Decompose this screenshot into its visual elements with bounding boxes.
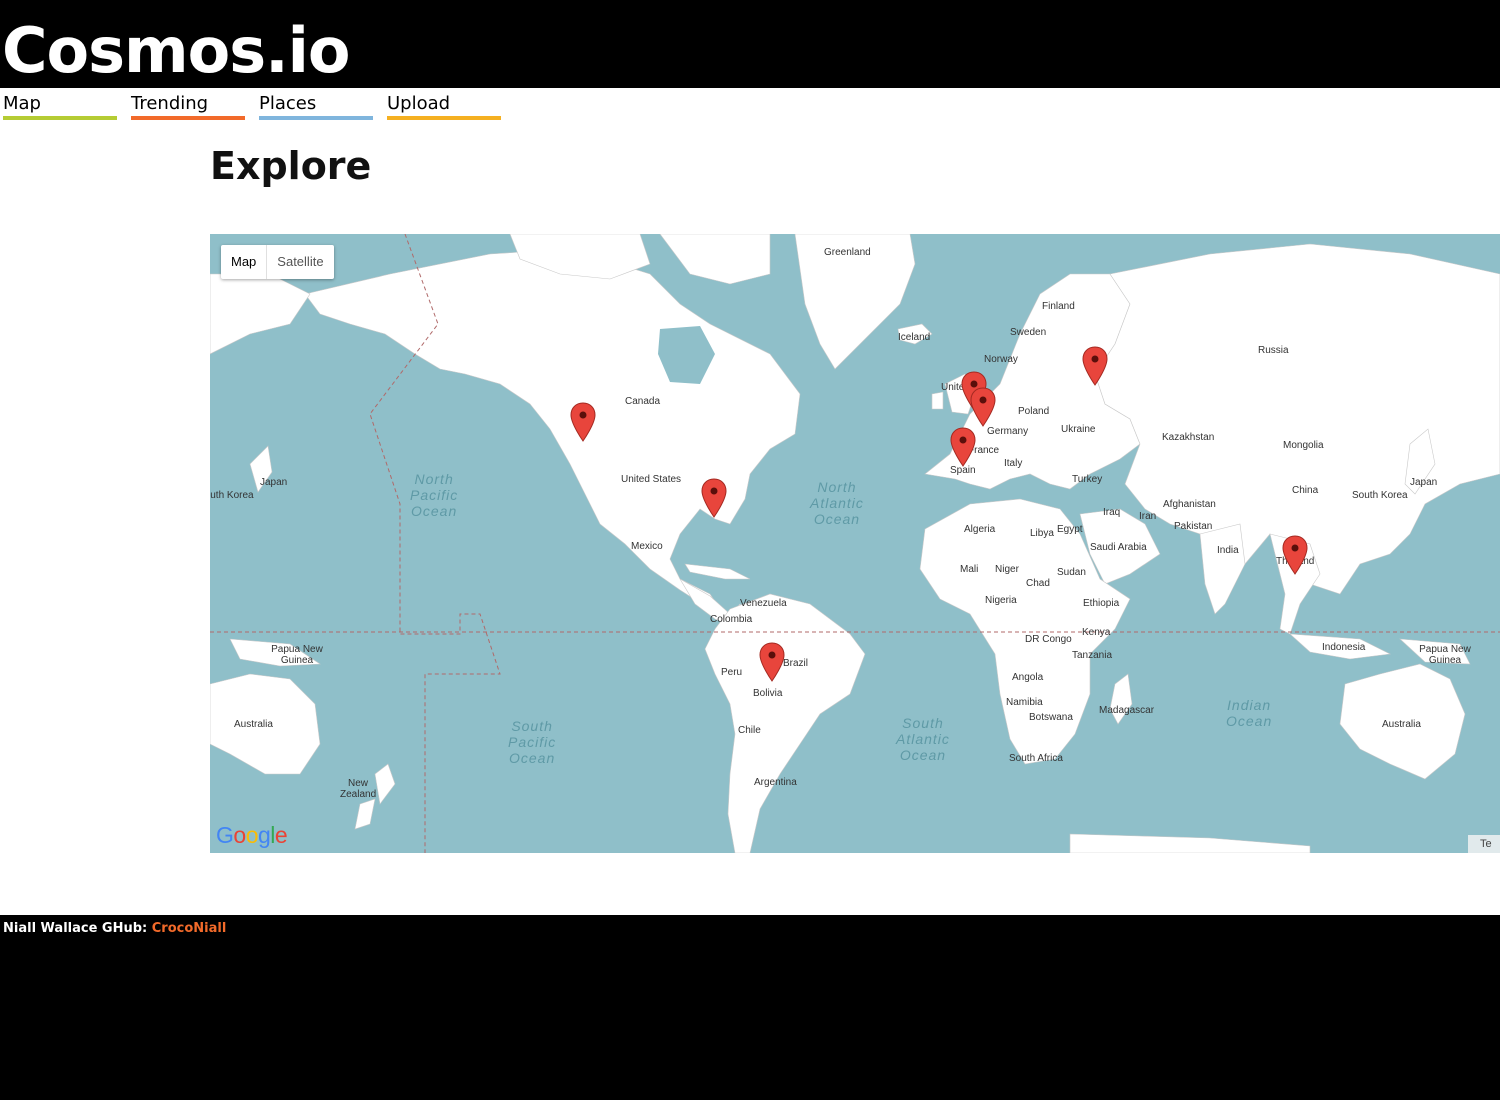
map-label: Poland <box>1018 406 1050 417</box>
map-label: Turkey <box>1072 474 1103 485</box>
site-footer: Niall Wallace GHub: CrocoNiall <box>0 915 1500 1100</box>
ocean-label: North Atlantic Ocean <box>810 479 864 527</box>
map-label: Namibia <box>1006 697 1043 708</box>
map-marker-icon[interactable] <box>759 642 785 682</box>
map-label: Kazakhstan <box>1162 432 1215 443</box>
map-label: Norway <box>984 354 1018 365</box>
map-terms-link[interactable]: Te <box>1468 835 1500 853</box>
nav-trending-label: Trending <box>131 93 209 114</box>
map-label: Nigeria <box>985 595 1017 606</box>
map-label: Afghanistan <box>1163 499 1216 510</box>
map-label: Angola <box>1012 672 1044 683</box>
nav-places-label: Places <box>259 93 317 114</box>
main-nav: Map Trending Places Upload <box>0 88 520 122</box>
footer-credit-text: Niall Wallace GHub: <box>3 921 152 936</box>
ocean-label: South Pacific Ocean <box>508 718 557 766</box>
map-label: Brazil <box>783 658 809 669</box>
map-label: Germany <box>987 426 1029 437</box>
map-label: Kenya <box>1082 627 1111 638</box>
map-label: Mongolia <box>1283 440 1324 451</box>
map-type-map-button[interactable]: Map <box>221 245 266 279</box>
map-type-control: Map Satellite <box>221 245 334 279</box>
map-label: Tanzania <box>1072 650 1113 661</box>
map-label: Argentina <box>754 777 797 788</box>
map-label: Iceland <box>898 332 931 343</box>
map-marker-icon[interactable] <box>1282 535 1308 575</box>
nav-upload[interactable]: Upload <box>387 93 501 120</box>
map-label: Finland <box>1042 301 1075 312</box>
site-logo[interactable]: Cosmos.io <box>2 14 350 88</box>
map-label: DR Congo <box>1025 634 1072 645</box>
map-marker-icon[interactable] <box>570 402 596 442</box>
map-label: Venezuela <box>740 598 787 609</box>
nav-upload-underline <box>387 116 501 120</box>
map-marker-icon[interactable] <box>950 427 976 467</box>
map-label: Japan <box>1410 477 1438 488</box>
map-type-satellite-button[interactable]: Satellite <box>267 245 333 279</box>
map-label: Japan <box>260 477 288 488</box>
map-label: Papua New Guinea <box>271 644 323 666</box>
map-label: Mali <box>960 564 979 575</box>
world-map[interactable]: Map Satellite Greenland Finland Sweden I… <box>210 234 1500 853</box>
map-label: Mexico <box>631 541 663 552</box>
map-label: China <box>1292 485 1319 496</box>
map-label: Australia <box>234 719 273 730</box>
map-label: India <box>1217 545 1239 556</box>
map-label: Saudi Arabia <box>1090 542 1147 553</box>
github-link[interactable]: CrocoNiall <box>152 921 227 936</box>
map-label: Pakistan <box>1174 521 1213 532</box>
map-label: Libya <box>1030 528 1054 539</box>
map-label: Ethiopia <box>1083 598 1120 609</box>
nav-places[interactable]: Places <box>259 93 373 120</box>
map-label: Egypt <box>1057 524 1083 535</box>
map-label: Canada <box>625 396 661 407</box>
nav-trending[interactable]: Trending <box>131 93 245 120</box>
nav-map-label: Map <box>3 93 41 114</box>
map-label: Chile <box>738 725 761 736</box>
map-label: South Korea <box>210 490 254 501</box>
map-label: Madagascar <box>1099 705 1155 716</box>
nav-upload-label: Upload <box>387 93 451 114</box>
ocean-label: North Pacific Ocean <box>410 471 459 519</box>
map-label: Sweden <box>1010 327 1047 338</box>
map-marker-icon[interactable] <box>701 478 727 518</box>
map-label: Italy <box>1004 458 1023 469</box>
map-label: South Korea <box>1352 490 1408 501</box>
footer-credit: Niall Wallace GHub: CrocoNiall <box>3 921 226 936</box>
map-label: Iraq <box>1103 507 1121 518</box>
map-label: Australia <box>1382 719 1421 730</box>
page-title: Explore <box>210 144 372 188</box>
map-label: Colombia <box>710 614 753 625</box>
map-label: South Africa <box>1009 753 1063 764</box>
map-label: Sudan <box>1057 567 1086 578</box>
nav-map-underline <box>3 116 117 120</box>
map-marker-icon[interactable] <box>1082 346 1108 386</box>
map-label: Niger <box>995 564 1019 575</box>
map-label: United States <box>621 474 682 485</box>
nav-trending-underline <box>131 116 245 120</box>
map-label: Indonesia <box>1322 642 1366 653</box>
ocean-label: Indian Ocean <box>1226 697 1273 729</box>
map-label: Bolivia <box>753 688 783 699</box>
map-label: Papua New Guinea <box>1419 644 1471 666</box>
map-label: Algeria <box>964 524 996 535</box>
google-logo[interactable]: Google <box>216 822 288 849</box>
map-label: Greenland <box>824 247 871 258</box>
ocean-label: South Atlantic Ocean <box>896 715 950 763</box>
nav-places-underline <box>259 116 373 120</box>
map-marker-icon[interactable] <box>970 387 996 427</box>
map-label: Iran <box>1139 511 1157 522</box>
map-label: Botswana <box>1029 712 1073 723</box>
map-label: Ukraine <box>1061 424 1096 435</box>
map-label: New Zealand <box>340 778 377 800</box>
map-label: Peru <box>721 667 743 678</box>
map-label: Chad <box>1026 578 1050 589</box>
map-label: Russia <box>1258 345 1289 356</box>
site-header: Cosmos.io <box>0 0 1500 88</box>
nav-map[interactable]: Map <box>3 93 117 120</box>
